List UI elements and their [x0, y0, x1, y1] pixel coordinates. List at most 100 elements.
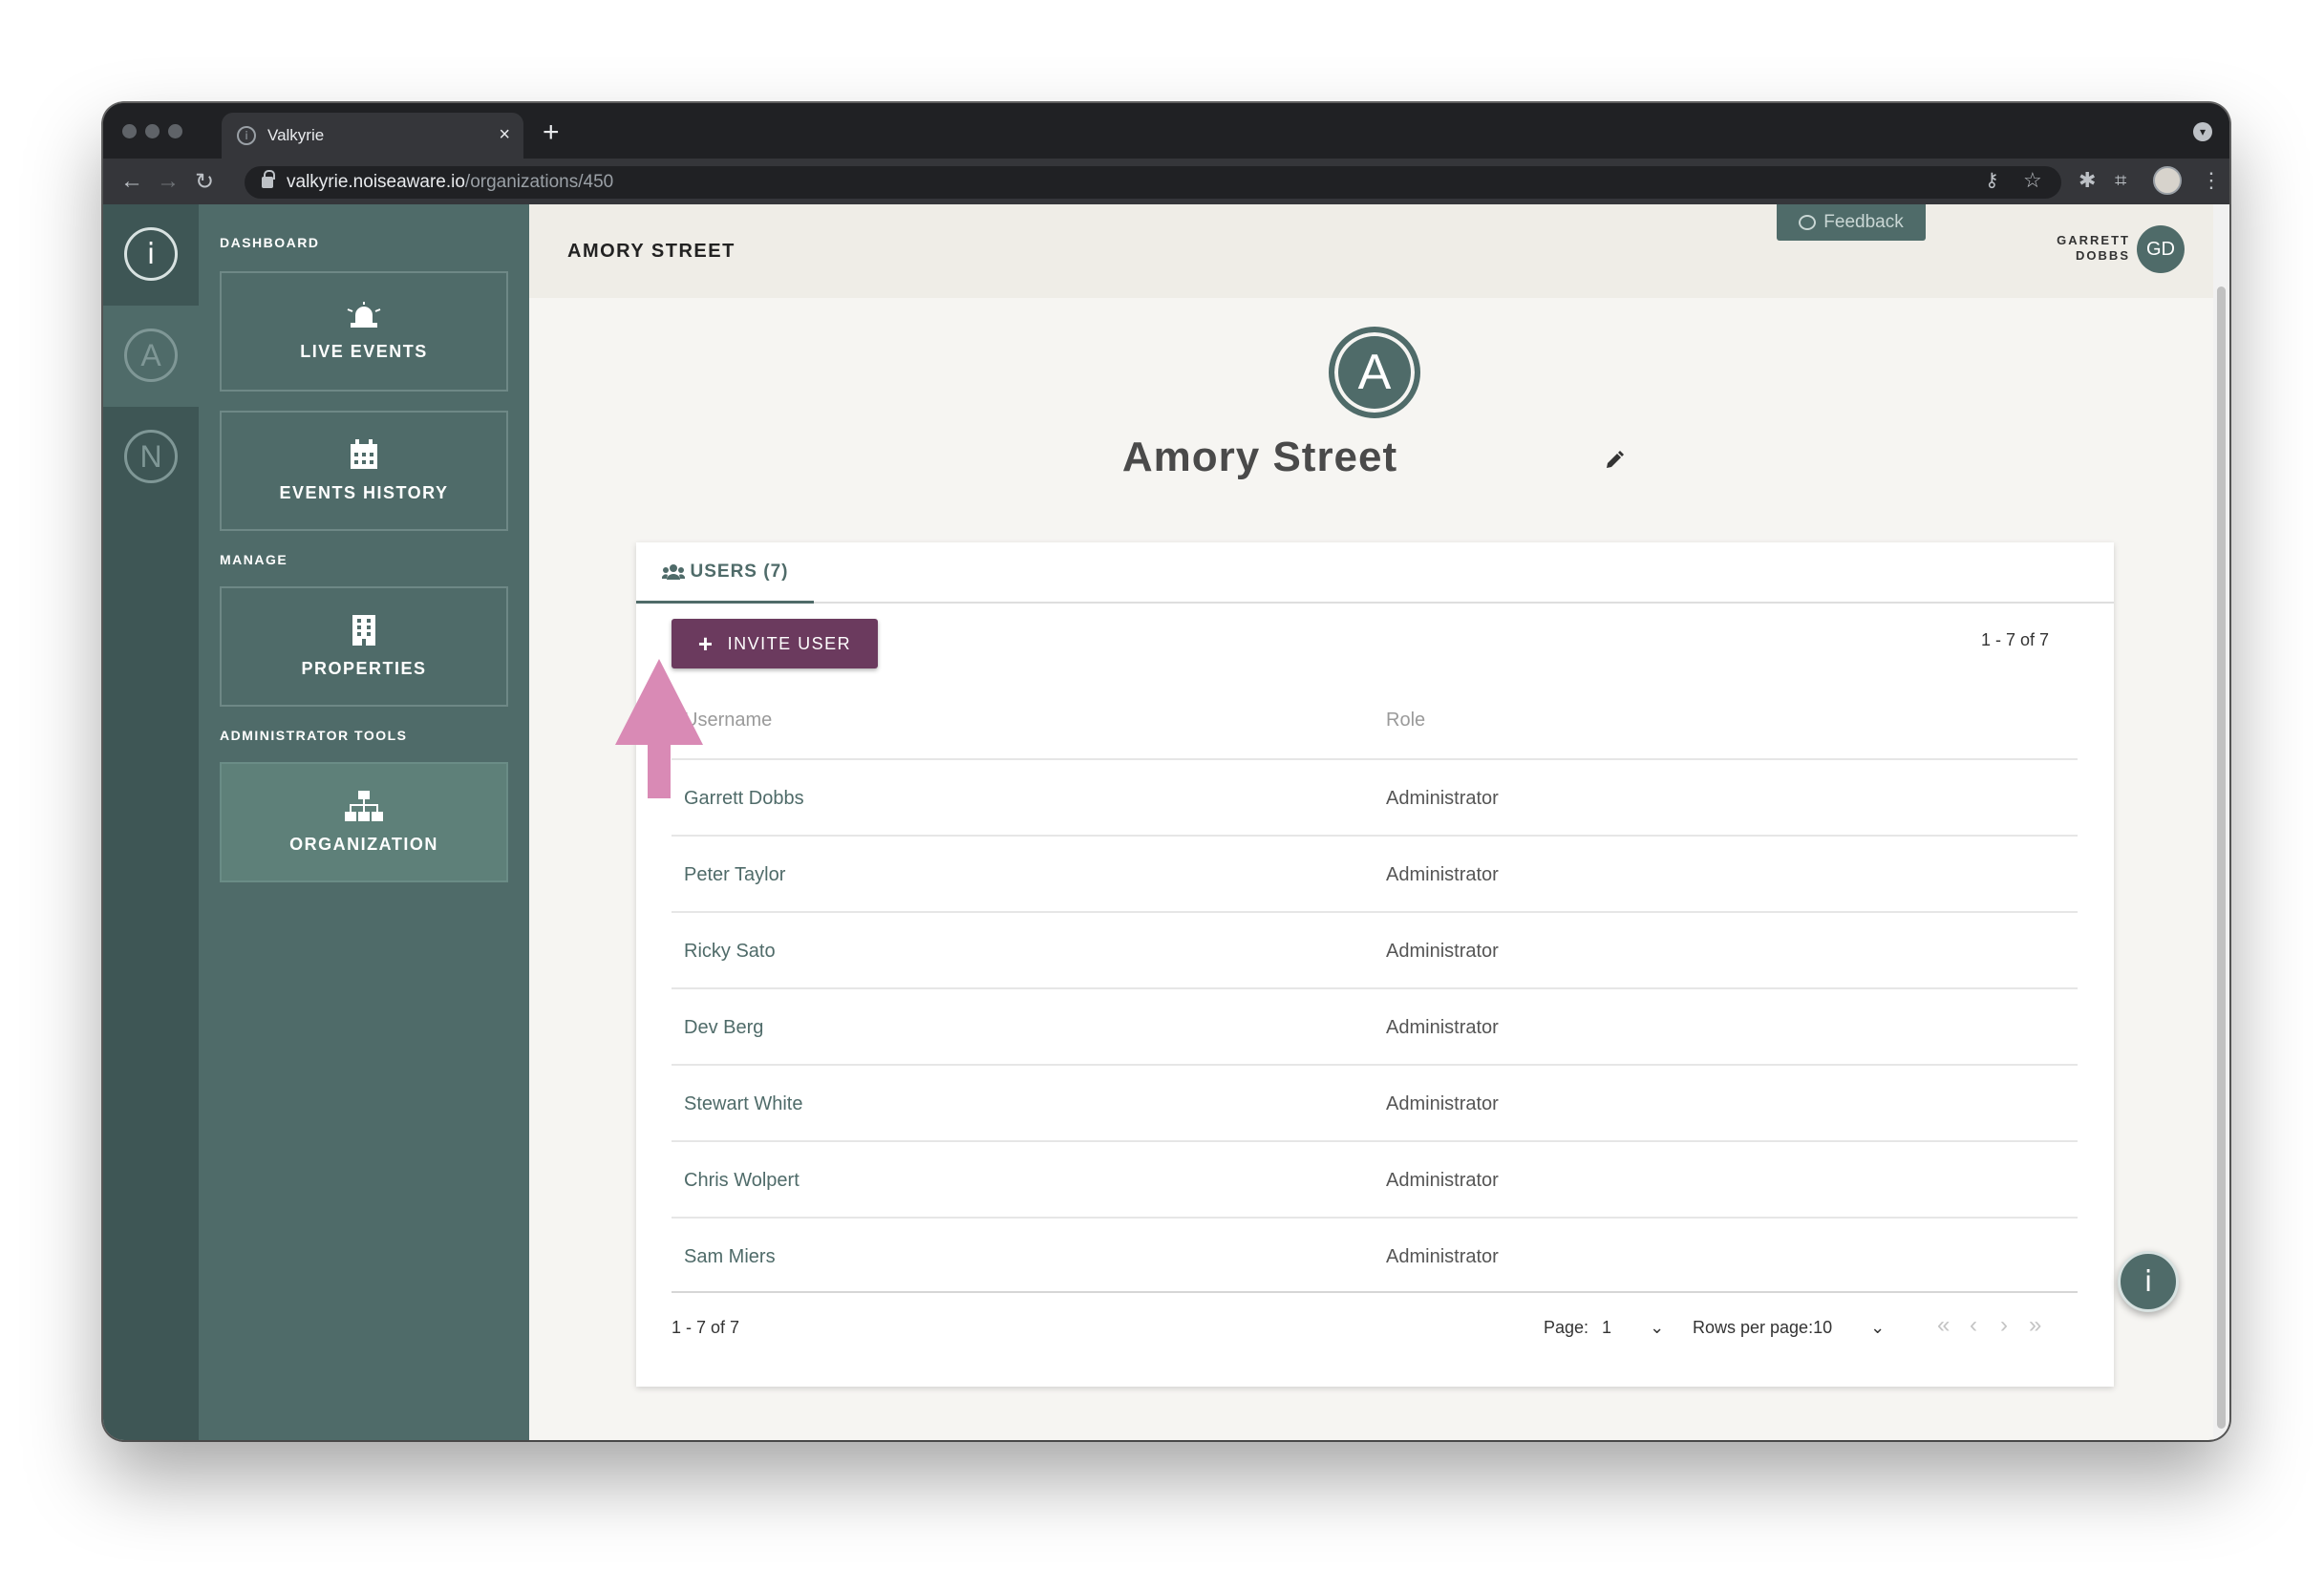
close-window-dot[interactable]: [122, 124, 137, 138]
page-title: AMORY STREET: [567, 241, 736, 262]
section-dashboard: DASHBOARD: [220, 235, 320, 250]
nav-events-history-label: EVENTS HISTORY: [279, 482, 449, 502]
scrollbar-thumb[interactable]: [2217, 286, 2226, 1429]
section-admin-tools: ADMINISTRATOR TOOLS: [220, 728, 408, 743]
rows-per-page-label: Rows per page:: [1693, 1318, 1814, 1337]
profile-avatar[interactable]: [2153, 166, 2182, 195]
table-divider: [672, 1291, 2078, 1293]
user-name-cell[interactable]: Ricky Sato: [684, 913, 776, 989]
user-name-cell[interactable]: Sam Miers: [684, 1219, 776, 1295]
table-row[interactable]: Chris Wolpert Administrator: [672, 1140, 2078, 1217]
table-row[interactable]: Sam Miers Administrator: [672, 1217, 2078, 1293]
tab-users-label: USERS (7): [690, 561, 789, 582]
browser-toolbar: ← → ↻ valkyrie.noiseaware.io/organizatio…: [103, 159, 2229, 204]
nav-organization-label: ORGANIZATION: [289, 834, 438, 854]
table-row[interactable]: Peter Taylor Administrator: [672, 835, 2078, 911]
main-content: AMORY STREET Feedback GARRETT DOBBS GD A…: [529, 204, 2229, 1440]
page-header: AMORY STREET Feedback GARRETT DOBBS GD: [529, 204, 2213, 298]
nav-organization[interactable]: ORGANIZATION: [220, 762, 508, 882]
role-cell: Administrator: [1386, 1016, 1499, 1038]
page-viewport: ⅰ A N DASHBOARD LIVE EVENTS EVENTS HISTO…: [103, 204, 2229, 1440]
org-chart-icon: [345, 790, 383, 821]
url-host: valkyrie.noiseaware.io: [287, 172, 465, 192]
nav-events-history[interactable]: EVENTS HISTORY: [220, 411, 508, 531]
nav-live-events-label: LIVE EVENTS: [300, 341, 428, 361]
tab-search-icon[interactable]: ▾: [2193, 122, 2212, 141]
last-page-icon[interactable]: »: [2029, 1312, 2041, 1339]
siren-icon: [347, 301, 381, 328]
role-cell: Administrator: [1386, 1245, 1499, 1267]
back-icon[interactable]: ←: [120, 168, 143, 195]
chevron-down-icon[interactable]: ⌄: [1870, 1318, 1885, 1338]
feedback-label: Feedback: [1823, 212, 1904, 232]
reload-icon[interactable]: ↻: [195, 168, 214, 196]
org-name: Amory Street: [1121, 434, 1398, 480]
user-name-cell[interactable]: Peter Taylor: [684, 837, 785, 913]
nav-properties-label: PROPERTIES: [301, 658, 427, 678]
chevron-down-icon[interactable]: ⌄: [1650, 1318, 1664, 1338]
feedback-icon: [1799, 215, 1817, 230]
org-rail: ⅰ A N: [103, 204, 199, 1440]
role-cell: Administrator: [1386, 1092, 1499, 1114]
url-path: /organizations/450: [464, 172, 614, 192]
column-header-role[interactable]: Role: [1386, 682, 1425, 758]
new-tab-button[interactable]: +: [543, 117, 560, 149]
record-count-bottom: 1 - 7 of 7: [672, 1318, 740, 1337]
table-row[interactable]: Ricky Sato Administrator: [672, 911, 2078, 987]
feedback-button[interactable]: Feedback: [1777, 204, 1926, 241]
user-name-cell[interactable]: Chris Wolpert: [684, 1142, 800, 1219]
section-manage: MANAGE: [220, 552, 288, 567]
forward-icon[interactable]: →: [157, 168, 180, 195]
browser-tab[interactable]: ⅰ Valkyrie ×: [222, 113, 523, 159]
users-icon: [661, 563, 685, 580]
table-row[interactable]: Dev Berg Administrator: [672, 987, 2078, 1064]
page-scrollbar[interactable]: [2213, 204, 2229, 1440]
nav-live-events[interactable]: LIVE EVENTS: [220, 271, 508, 392]
menu-icon[interactable]: ⋮: [2201, 168, 2222, 193]
role-cell: Administrator: [1386, 1169, 1499, 1191]
org-avatar: A: [1329, 327, 1420, 418]
logo-icon[interactable]: ⅰ: [124, 227, 178, 281]
maximize-window-dot[interactable]: [168, 124, 182, 138]
help-logo-button[interactable]: ⅰ: [2118, 1251, 2179, 1312]
prev-page-icon[interactable]: ‹: [1970, 1312, 1977, 1339]
user-first-name: GARRETT: [2057, 233, 2130, 247]
tab-close-icon[interactable]: ×: [499, 124, 510, 146]
avatar[interactable]: GD: [2137, 225, 2185, 273]
star-icon[interactable]: ☆: [2023, 168, 2042, 193]
record-count-top: 1 - 7 of 7: [1980, 630, 2049, 649]
tab-strip: ⅰ Valkyrie × + ▾: [103, 103, 2229, 159]
cast-icon[interactable]: ⌗: [2115, 168, 2126, 193]
extensions-icon[interactable]: ✱: [2079, 168, 2096, 193]
browser-window: ⅰ Valkyrie × + ▾ ← → ↻ valkyrie.noiseawa…: [103, 103, 2229, 1440]
first-page-icon[interactable]: «: [1937, 1312, 1950, 1339]
card-tabs: USERS (7): [636, 542, 2114, 604]
pointer-arrow-icon: [615, 659, 703, 798]
tab-title: Valkyrie: [267, 126, 325, 144]
role-cell: Administrator: [1386, 863, 1499, 885]
minimize-window-dot[interactable]: [145, 124, 160, 138]
org-switch-a[interactable]: A: [124, 329, 178, 382]
calendar-icon: [351, 438, 377, 469]
invite-user-label: INVITE USER: [727, 633, 852, 653]
user-name-cell[interactable]: Dev Berg: [684, 989, 763, 1066]
page-selector[interactable]: Page: 1 ⌄: [1544, 1318, 1664, 1338]
next-page-icon[interactable]: ›: [2000, 1312, 2008, 1339]
lock-icon: [262, 170, 275, 188]
pencil-icon[interactable]: [1605, 451, 1624, 470]
user-name-cell[interactable]: Stewart White: [684, 1066, 802, 1142]
rows-per-page-selector[interactable]: Rows per page: 10 ⌄: [1693, 1318, 1885, 1338]
key-icon[interactable]: ⚷: [1985, 168, 1999, 192]
org-switch-n[interactable]: N: [124, 430, 178, 483]
table-row[interactable]: Garrett Dobbs Administrator: [672, 758, 2078, 835]
role-cell: Administrator: [1386, 787, 1499, 809]
user-last-name: DOBBS: [2076, 248, 2130, 263]
nav-properties[interactable]: PROPERTIES: [220, 586, 508, 707]
table-row[interactable]: Stewart White Administrator: [672, 1064, 2078, 1140]
tab-users[interactable]: USERS (7): [636, 542, 814, 604]
user-name[interactable]: GARRETT DOBBS: [2054, 233, 2130, 264]
address-bar[interactable]: valkyrie.noiseaware.io/organizations/450: [245, 166, 2061, 199]
page-value: 1: [1602, 1318, 1612, 1337]
favicon-icon: ⅰ: [237, 126, 256, 145]
users-card: USERS (7) + INVITE USER 1 - 7 of 7 Usern…: [636, 542, 2114, 1387]
